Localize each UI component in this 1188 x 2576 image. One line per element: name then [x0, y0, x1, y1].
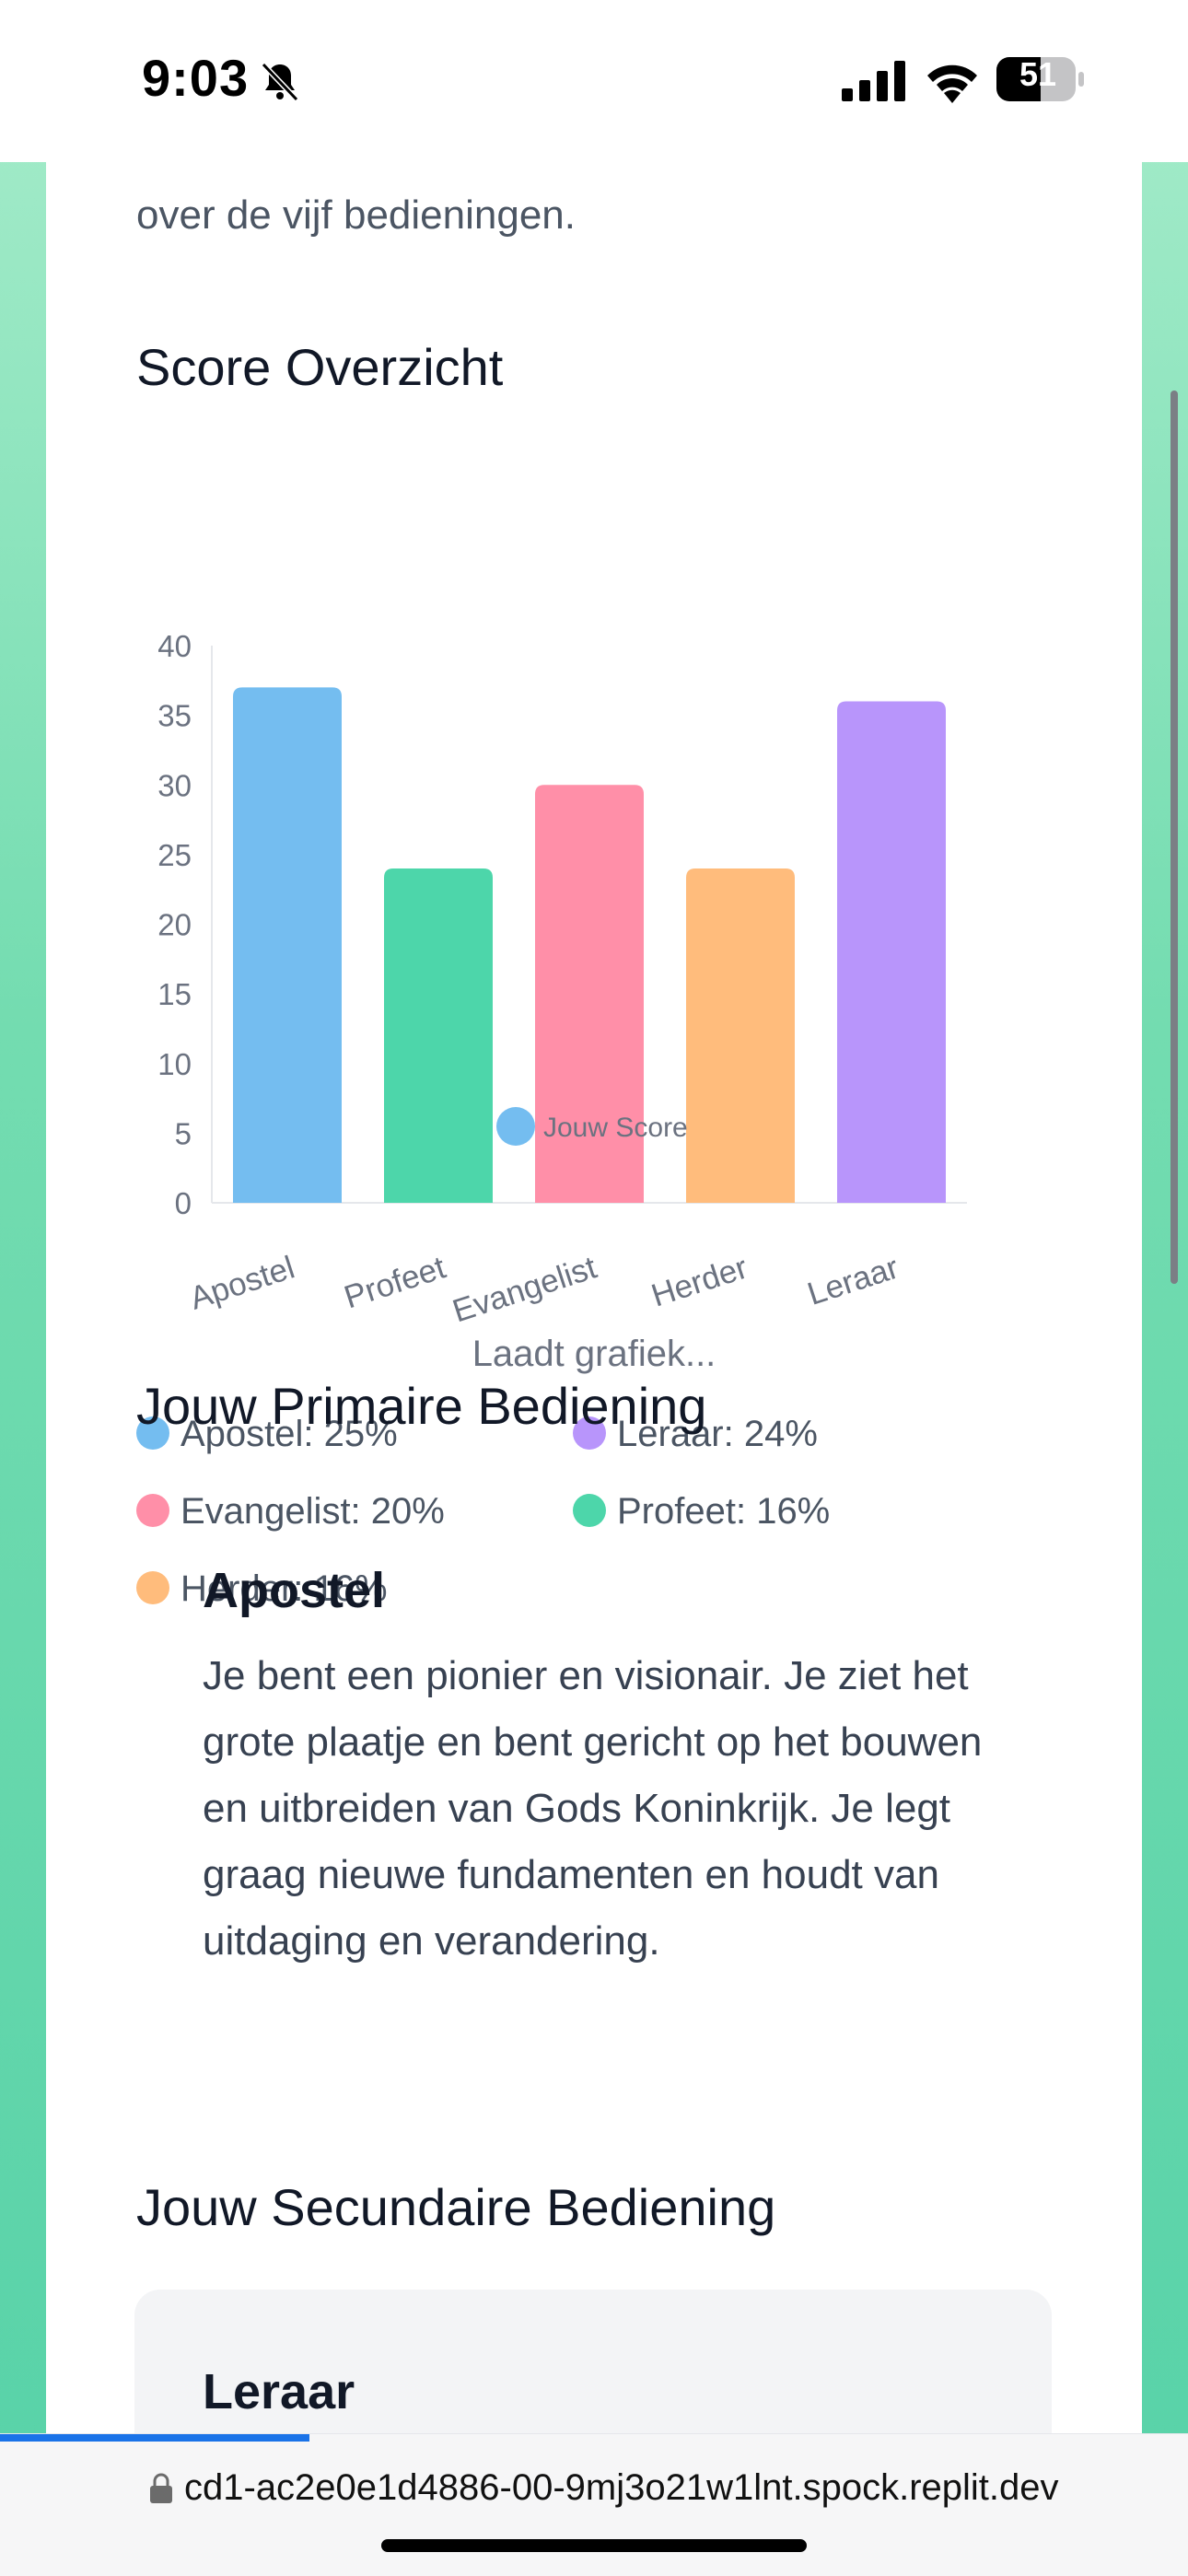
page-scrollbar[interactable]	[1171, 390, 1178, 1284]
home-indicator	[381, 2539, 807, 2552]
y-tick-label: 0	[175, 1186, 192, 1220]
primary-ministry-name: Apostel	[203, 1563, 386, 1618]
primary-ministry-title: Jouw Primaire Bediening	[136, 1377, 707, 1435]
score-bar-chart: 0 5 10 15 20 25 30 35 40 Apostel ProfeetEvangelist…	[157, 629, 967, 1330]
wifi-icon	[927, 64, 977, 103]
legend-item-label: Evangelist: 20%	[181, 1491, 445, 1532]
bar-profeet	[384, 868, 493, 1203]
signal-icon	[842, 61, 905, 101]
percentage-legend-item: Profeet: 16%	[573, 1488, 830, 1534]
browser-address-bar[interactable]: cd1-ac2e0e1d4886-00-9mj3o21w1lnt.spock.r…	[0, 2433, 1188, 2576]
score-overview-title: Score Overzicht	[136, 338, 504, 396]
secondary-ministry-name: Leraar	[203, 2364, 355, 2419]
page-load-progress	[0, 2434, 309, 2442]
y-tick-label: 30	[157, 768, 192, 802]
legend-label: Jouw Score	[543, 1113, 688, 1143]
x-tick-label: Evangelist	[448, 1249, 601, 1329]
silent-bell-icon	[261, 62, 299, 102]
y-tick-label: 10	[157, 1047, 192, 1081]
secondary-ministry-box: Leraar	[134, 2290, 1052, 2437]
results-card: over de vijf bedieningen. Score Overzich…	[46, 162, 1142, 2437]
y-tick-label: 35	[157, 699, 192, 733]
status-bar: 9:03 51	[0, 0, 1188, 162]
url-text[interactable]: cd1-ac2e0e1d4886-00-9mj3o21w1lnt.spock.r…	[184, 2467, 1059, 2509]
intro-text: over de vijf bedieningen.	[136, 192, 576, 238]
primary-ministry-description: Je bent een pionier en visionair. Je zie…	[203, 1653, 983, 1964]
y-tick-label: 25	[157, 838, 192, 872]
bar-leraar	[837, 701, 946, 1203]
legend-item-label: Profeet: 16%	[617, 1491, 831, 1532]
legend-color-dot	[573, 1494, 606, 1528]
x-tick-label: Apostel	[185, 1250, 298, 1317]
x-tick-label: Profeet	[340, 1249, 450, 1315]
percentage-legend-item: Evangelist: 20%	[136, 1488, 445, 1534]
secondary-ministry-title: Jouw Secundaire Bediening	[136, 2178, 776, 2236]
primary-ministry-box: Apostel Je bent een pionier en visionair…	[136, 1562, 1053, 2207]
legend-swatch	[496, 1107, 535, 1146]
bar-apostel	[233, 687, 342, 1203]
y-tick-label: 20	[157, 908, 192, 942]
bar-herder	[686, 868, 795, 1203]
legend-color-dot	[136, 1494, 169, 1528]
chart-loading-text: Laadt grafiek...	[472, 1334, 716, 1374]
status-time: 9:03	[142, 49, 250, 107]
y-tick-label: 40	[157, 629, 192, 663]
y-tick-label: 15	[157, 977, 192, 1011]
x-tick-label: Herder	[647, 1249, 752, 1313]
battery-level: 51	[1019, 55, 1057, 93]
lock-icon	[150, 2473, 172, 2503]
y-tick-label: 5	[175, 1116, 192, 1150]
x-tick-label: Leraar	[803, 1249, 903, 1311]
